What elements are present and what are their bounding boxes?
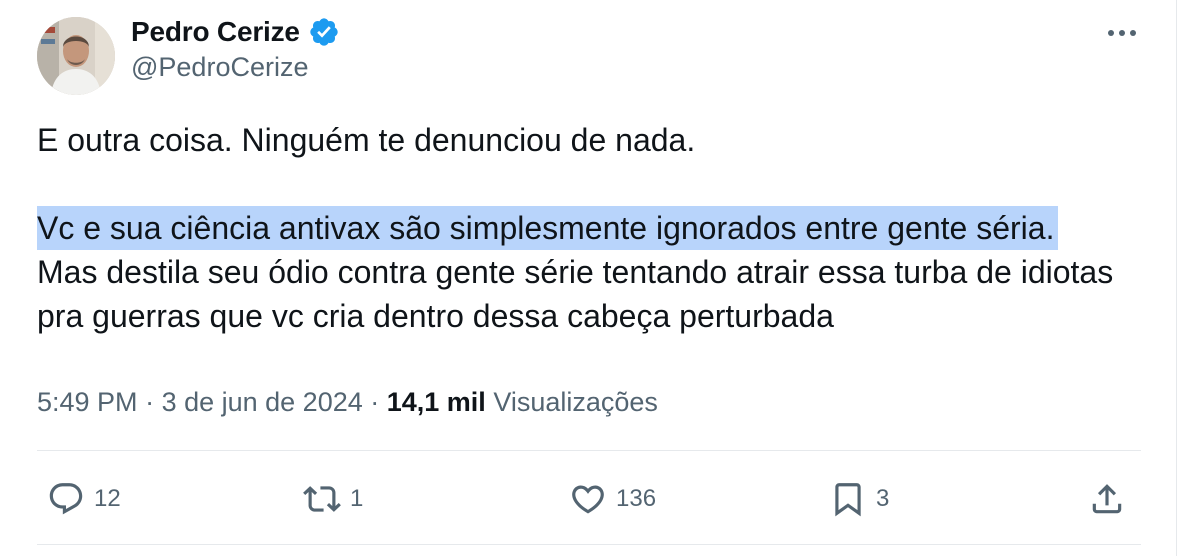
repost-icon <box>303 486 341 512</box>
more-dots-icon <box>1108 30 1136 36</box>
action-bar: 12 1 136 3 <box>0 474 1176 524</box>
reply-icon <box>49 483 83 515</box>
more-options-button[interactable] <box>1102 18 1142 48</box>
share-icon <box>1092 484 1122 514</box>
verified-badge-icon[interactable] <box>308 16 340 48</box>
tweet-text-line: E outra coisa. Ninguém te denunciou de n… <box>37 122 696 158</box>
views-count: 14,1 mil <box>386 386 486 417</box>
views-label: Visualizações <box>493 386 658 417</box>
reply-count: 12 <box>94 485 121 512</box>
bottom-divider <box>37 544 1141 545</box>
repost-button[interactable]: 1 <box>303 474 363 524</box>
heart-icon <box>572 485 604 514</box>
bookmark-count: 3 <box>876 485 890 512</box>
like-count: 136 <box>616 485 657 512</box>
like-button[interactable]: 136 <box>569 474 656 524</box>
tweet-text-rest: Mas destila seu ódio contra gente série … <box>37 254 1114 334</box>
repost-count: 1 <box>350 485 364 512</box>
tweet-date[interactable]: 3 de jun de 2024 <box>162 387 363 418</box>
highlighted-text: Vc e sua ciência antivax são simplesment… <box>37 206 1059 250</box>
tweet-time[interactable]: 5:49 PM <box>37 387 138 418</box>
divider <box>37 450 1141 451</box>
avatar-photo-icon <box>37 17 115 95</box>
tweet-text-paragraph: Vc e sua ciência antivax são simplesment… <box>37 206 1157 338</box>
author-display-name[interactable]: Pedro Cerize <box>131 16 300 48</box>
avatar[interactable] <box>37 17 115 95</box>
tweet-meta: 5:49 PM · 3 de jun de 2024 · 14,1 mil Vi… <box>37 382 658 422</box>
timeline-border <box>1176 0 1177 556</box>
share-button[interactable] <box>1088 474 1126 524</box>
tweet-text: E outra coisa. Ninguém te denunciou de n… <box>37 118 1157 338</box>
author-name-row: Pedro Cerize <box>131 12 340 52</box>
author-handle[interactable]: @PedroCerize <box>131 52 308 83</box>
bookmark-icon <box>835 483 861 517</box>
meta-separator: · <box>362 386 387 417</box>
meta-separator: · <box>137 386 162 417</box>
reply-button[interactable]: 12 <box>47 474 121 524</box>
bookmark-button[interactable]: 3 <box>829 474 889 524</box>
